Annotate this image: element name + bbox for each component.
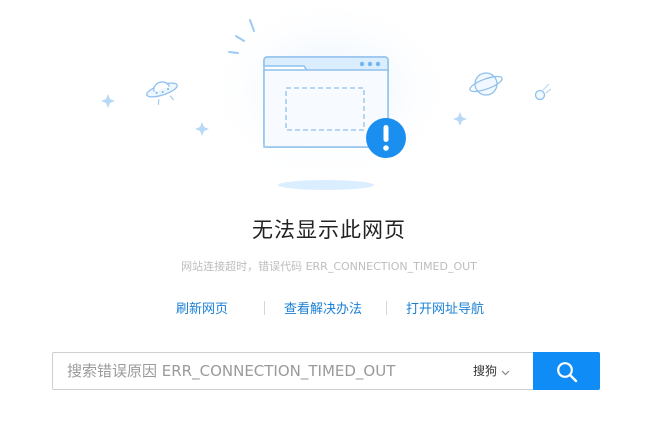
search-input[interactable]: [67, 353, 447, 389]
view-solutions-link[interactable]: 查看解决办法: [284, 298, 362, 317]
search-engine-select[interactable]: 搜狗: [473, 353, 510, 389]
chevron-down-icon: [501, 354, 510, 390]
comet-icon: [534, 83, 552, 101]
error-page: 无法显示此网页 网站连接超时，错误代码 ERR_CONNECTION_TIMED…: [0, 0, 658, 422]
action-links: 刷新网页 查看解决办法 打开网址导航: [0, 298, 658, 318]
divider: [264, 301, 265, 315]
search-bar: 搜狗: [52, 352, 600, 390]
shadow: [278, 180, 374, 190]
search-engine-label: 搜狗: [473, 364, 498, 378]
search-button[interactable]: [533, 352, 600, 390]
divider: [386, 301, 387, 315]
exclamation-alert-icon: [366, 118, 406, 158]
open-navigation-link[interactable]: 打开网址导航: [406, 298, 484, 317]
search-icon: [557, 362, 578, 383]
page-title: 无法显示此网页: [252, 218, 406, 242]
search-box: 搜狗: [52, 352, 533, 390]
ufo-icon: [146, 81, 178, 105]
planet-icon: [469, 72, 503, 96]
error-description: 网站连接超时，错误代码 ERR_CONNECTION_TIMED_OUT: [181, 260, 477, 273]
refresh-link[interactable]: 刷新网页: [176, 298, 228, 317]
error-illustration: [101, 0, 552, 190]
